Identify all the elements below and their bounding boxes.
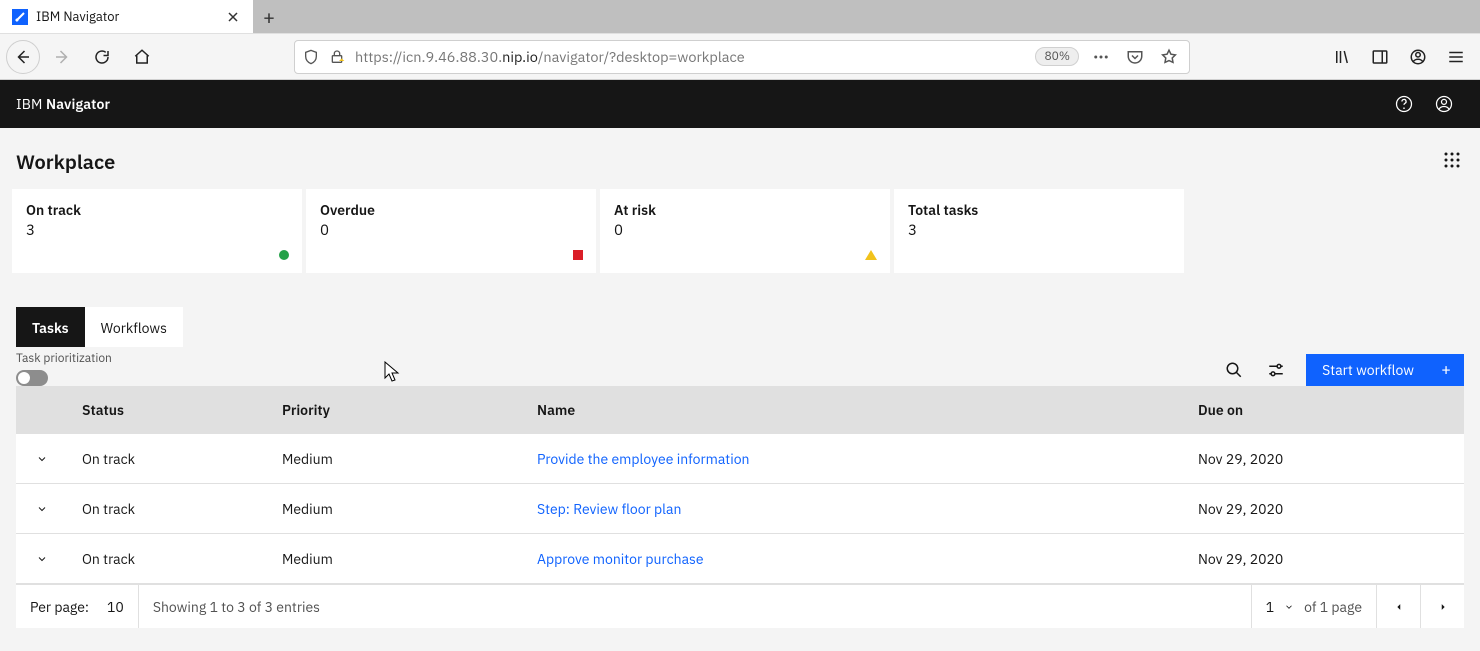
sidebar-button[interactable] <box>1362 39 1398 75</box>
app-menu-button[interactable] <box>1438 39 1474 75</box>
cell-name: Step: Review floor plan <box>523 500 1184 518</box>
tab-workflows[interactable]: Workflows <box>85 307 183 347</box>
task-prioritization-toggle[interactable] <box>16 370 48 386</box>
home-button[interactable] <box>124 39 160 75</box>
card-at-risk[interactable]: At risk 0 <box>600 189 890 273</box>
start-workflow-button[interactable]: Start workflow + <box>1306 354 1464 386</box>
summary-cards: On track 3 Overdue 0 At risk 0 Total tas… <box>0 189 1480 273</box>
per-page-value[interactable]: 10 <box>107 598 124 616</box>
page-body: Workplace On track 3 Overdue 0 At risk 0 <box>0 128 1480 651</box>
per-page-label: Per page: <box>30 598 89 616</box>
task-name-link[interactable]: Provide the employee information <box>537 450 750 468</box>
prev-page-button[interactable] <box>1376 585 1420 628</box>
cell-name: Provide the employee information <box>523 450 1184 468</box>
card-total[interactable]: Total tasks 3 <box>894 189 1184 273</box>
browser-tab-strip: IBM Navigator + <box>0 0 1480 33</box>
cell-priority: Medium <box>268 450 523 468</box>
chevron-down-icon <box>1284 602 1294 612</box>
cell-name: Approve monitor purchase <box>523 550 1184 568</box>
zoom-level-badge[interactable]: 80% <box>1035 47 1079 66</box>
reload-button[interactable] <box>84 39 120 75</box>
table-row: On track Medium Approve monitor purchase… <box>16 534 1464 584</box>
next-page-button[interactable] <box>1420 585 1464 628</box>
table-row: On track Medium Step: Review floor plan … <box>16 484 1464 534</box>
cell-priority: Medium <box>268 500 523 518</box>
app-header: IBM Navigator <box>0 80 1480 128</box>
nav-back-button[interactable] <box>6 40 40 74</box>
card-value: 3 <box>26 221 288 240</box>
row-expand-button[interactable] <box>16 453 68 465</box>
card-on-track[interactable]: On track 3 <box>12 189 302 273</box>
page-current: 1 <box>1266 598 1274 616</box>
cell-due: Nov 29, 2020 <box>1184 550 1464 568</box>
plus-icon: + <box>1428 354 1464 386</box>
content-tabs: Tasks Workflows <box>0 273 1480 347</box>
tracking-shield-icon[interactable] <box>303 49 319 65</box>
col-due[interactable]: Due on <box>1184 401 1464 419</box>
toggle-label: Task prioritization <box>16 351 112 366</box>
card-label: Total tasks <box>908 201 1170 219</box>
new-tab-button[interactable]: + <box>253 0 285 33</box>
cell-due: Nov 29, 2020 <box>1184 450 1464 468</box>
app-brand: IBM Navigator <box>16 95 110 113</box>
row-expand-button[interactable] <box>16 553 68 565</box>
library-button[interactable] <box>1324 39 1360 75</box>
page-of-text: of 1 page <box>1304 598 1362 616</box>
browser-toolbar: https://icn.9.46.88.30.nip.io/navigator/… <box>0 33 1480 80</box>
tab-tasks[interactable]: Tasks <box>16 307 85 347</box>
card-value: 0 <box>614 221 876 240</box>
nav-forward-button[interactable] <box>44 39 80 75</box>
cell-priority: Medium <box>268 550 523 568</box>
task-name-link[interactable]: Approve monitor purchase <box>537 550 704 568</box>
col-status[interactable]: Status <box>68 401 268 419</box>
help-button[interactable] <box>1384 84 1424 124</box>
task-name-link[interactable]: Step: Review floor plan <box>537 500 681 518</box>
bookmark-star-icon[interactable] <box>1157 39 1181 75</box>
col-priority[interactable]: Priority <box>268 401 523 419</box>
page-actions-button[interactable] <box>1089 39 1113 75</box>
account-button[interactable] <box>1400 39 1436 75</box>
apps-grid-button[interactable] <box>1444 152 1464 172</box>
user-avatar-button[interactable] <box>1424 84 1464 124</box>
browser-tab[interactable]: IBM Navigator <box>0 0 253 33</box>
reader-pocket-icon[interactable] <box>1123 39 1147 75</box>
status-yellow-triangle-icon <box>865 250 877 260</box>
page-select[interactable]: 1 of 1 page <box>1251 585 1376 628</box>
cell-status: On track <box>68 550 268 568</box>
search-button[interactable] <box>1222 358 1246 382</box>
card-label: On track <box>26 201 288 219</box>
task-prioritization-toggle-group: Task prioritization <box>16 351 112 386</box>
tasks-table: Status Priority Name Due on On track Med… <box>16 386 1464 628</box>
row-expand-button[interactable] <box>16 503 68 515</box>
filter-settings-button[interactable] <box>1264 358 1288 382</box>
cell-due: Nov 29, 2020 <box>1184 500 1464 518</box>
table-row: On track Medium Provide the employee inf… <box>16 434 1464 484</box>
status-red-square-icon <box>573 250 583 260</box>
status-green-dot-icon <box>279 250 289 260</box>
tab-favicon <box>12 9 28 25</box>
url-text: https://icn.9.46.88.30.nip.io/navigator/… <box>355 47 1025 66</box>
tab-title: IBM Navigator <box>36 8 217 25</box>
card-overdue[interactable]: Overdue 0 <box>306 189 596 273</box>
table-header-row: Status Priority Name Due on <box>16 386 1464 434</box>
cell-status: On track <box>68 500 268 518</box>
showing-text: Showing 1 to 3 of 3 entries <box>139 598 334 616</box>
address-bar[interactable]: https://icn.9.46.88.30.nip.io/navigator/… <box>294 40 1190 74</box>
table-footer: Per page: 10 Showing 1 to 3 of 3 entries… <box>16 584 1464 628</box>
card-value: 3 <box>908 221 1170 240</box>
col-name[interactable]: Name <box>523 401 1184 419</box>
lock-warning-icon[interactable] <box>329 49 345 65</box>
tab-close-button[interactable] <box>225 9 241 25</box>
card-label: Overdue <box>320 201 582 219</box>
cell-status: On track <box>68 450 268 468</box>
page-title: Workplace <box>16 148 115 175</box>
card-label: At risk <box>614 201 876 219</box>
card-value: 0 <box>320 221 582 240</box>
start-workflow-label: Start workflow <box>1322 361 1414 379</box>
